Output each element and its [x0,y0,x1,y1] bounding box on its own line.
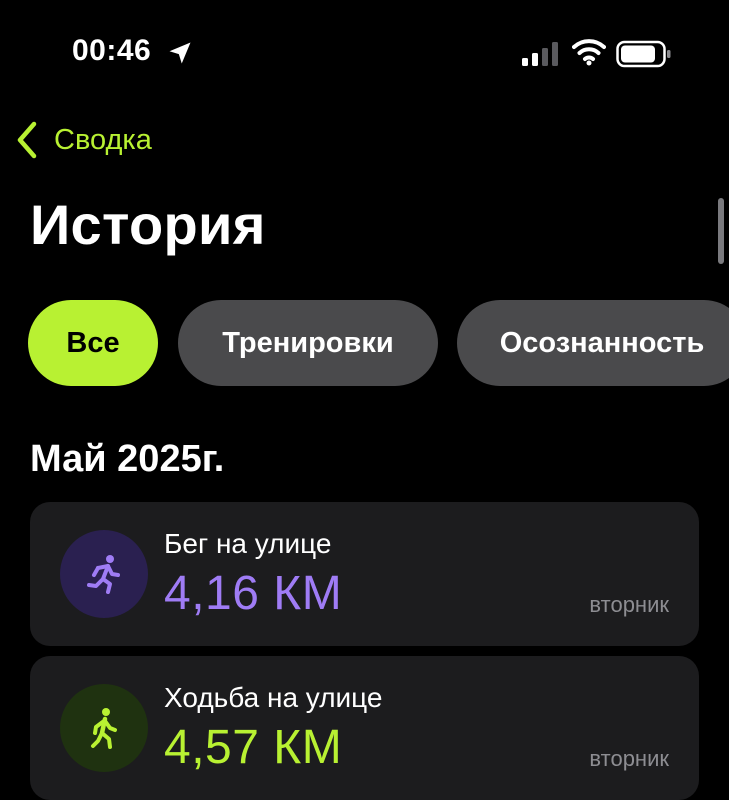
filter-chip-all[interactable]: Все [28,300,158,386]
screen: 00:46 Сводка История Все Тренировки Осоз… [0,0,729,800]
chevron-left-icon [17,121,37,159]
location-arrow-icon [169,42,191,64]
activity-distance: 4,57 КМ [164,721,343,774]
battery-icon [616,40,671,68]
status-bar: 00:46 [0,0,729,100]
filter-chip-mindfulness[interactable]: Осознанность [457,300,729,386]
page-title: История [30,193,266,256]
activity-icon-badge [60,530,148,618]
wifi-icon [572,39,606,66]
walking-figure-icon [91,708,117,749]
activity-card-walk[interactable]: Ходьба на улице 4,57 КМ вторник [30,656,699,800]
running-figure-icon [87,555,120,594]
back-button[interactable]: Сводка [14,118,152,162]
back-label: Сводка [54,123,152,156]
status-time: 00:46 [72,34,152,67]
activity-distance: 4,16 КМ [164,567,343,620]
filter-chip-workouts[interactable]: Тренировки [178,300,438,386]
activity-day: вторник [589,592,669,617]
scroll-indicator[interactable] [718,198,724,264]
section-header: Май 2025г. [30,438,225,480]
activity-title: Ходьба на улице [164,682,383,713]
activity-icon-badge [60,684,148,772]
activity-day: вторник [589,746,669,771]
activity-title: Бег на улице [164,528,332,559]
activity-card-run[interactable]: Бег на улице 4,16 КМ вторник [30,502,699,646]
cellular-signal-icon [522,42,558,66]
